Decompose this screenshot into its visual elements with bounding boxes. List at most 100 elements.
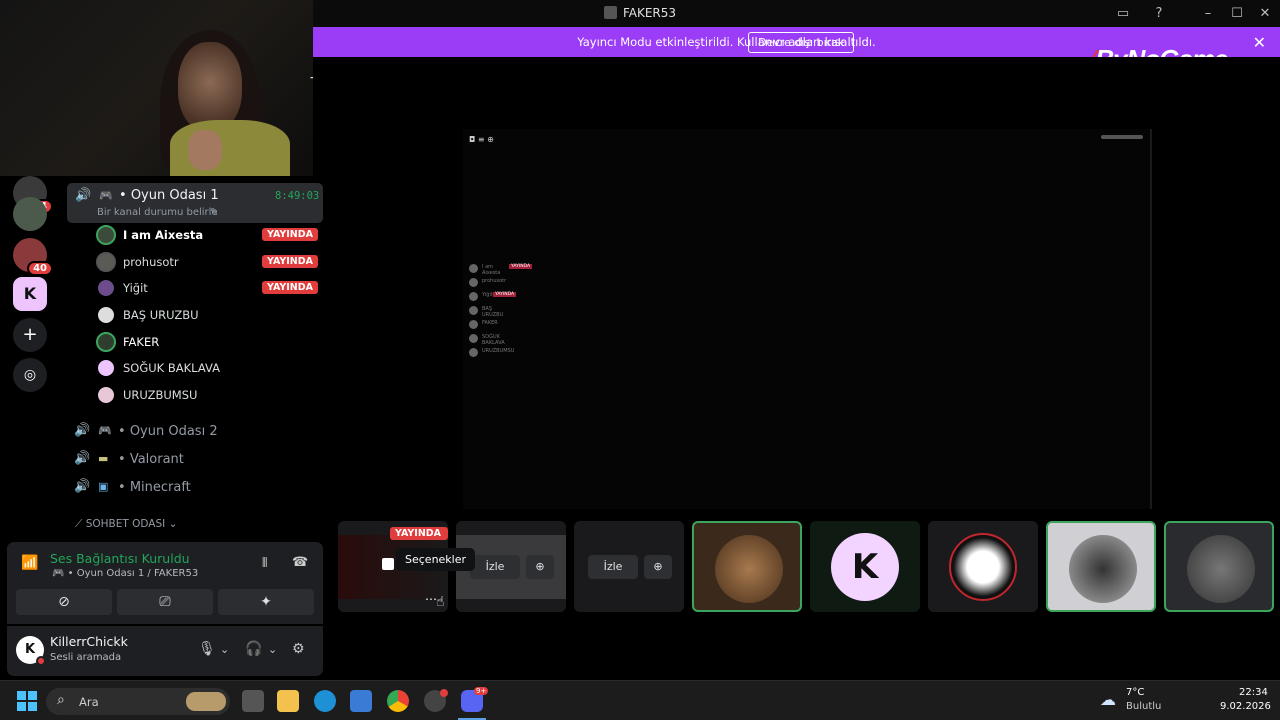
- headphones-icon[interactable]: 🎧: [245, 641, 262, 657]
- add-server-icon[interactable]: +: [13, 318, 47, 352]
- voice-member[interactable]: SOĞUK BAKLAVA: [96, 357, 318, 381]
- signal-icon[interactable]: 📶: [21, 555, 38, 571]
- task-view-icon[interactable]: [242, 690, 264, 712]
- minimize-button[interactable]: –: [1198, 4, 1218, 24]
- chrome-icon[interactable]: [387, 690, 409, 712]
- speaker-icon: 🔊: [74, 479, 91, 494]
- mouse-cursor-icon: ☝: [436, 594, 445, 610]
- user-panel: K KillerrChickk Sesli aramada 🎙 ⌄ 🎧 ⌄ ⚙: [7, 626, 323, 676]
- server-icon-3[interactable]: 40: [13, 238, 53, 276]
- disable-streamer-mode-button[interactable]: Devre dışı bırak: [748, 32, 855, 53]
- member-avatar: [96, 358, 116, 378]
- taskbar-search[interactable]: ⌕ Ara: [46, 688, 230, 715]
- mic-chevron-icon[interactable]: ⌄: [220, 643, 229, 656]
- mini-live: YAYINDA: [493, 292, 517, 297]
- speaker-icon: 🔊: [75, 188, 92, 203]
- mini-avatar: [469, 278, 478, 287]
- microphone-icon[interactable]: 🎙: [198, 641, 216, 657]
- watch-popout-icon[interactable]: ⊕: [526, 555, 554, 579]
- camera-off-button[interactable]: ⊘: [16, 589, 112, 615]
- member-avatar: [96, 305, 116, 325]
- weather-temp[interactable]: 7°C: [1126, 687, 1144, 698]
- voice-member[interactable]: prohusotr YAYINDA: [96, 251, 318, 275]
- server-icon-kc[interactable]: K: [13, 277, 47, 311]
- start-square: [28, 691, 37, 700]
- mini-live: YAYINDA: [509, 264, 533, 269]
- voice-member[interactable]: Yiğit YAYINDA: [96, 277, 318, 301]
- stream-tile-3[interactable]: İzle ⊕: [574, 521, 684, 612]
- voice-channel[interactable]: 🔊 ▬ • Valorant: [74, 448, 314, 472]
- member-avatar: [96, 225, 116, 245]
- weather-desc[interactable]: Bulutlu: [1126, 701, 1161, 712]
- screen-share-button[interactable]: ⎚: [117, 589, 213, 615]
- voice-channel-sub: 🎮 • Oyun Odası 1 / FAKER53: [52, 568, 199, 579]
- options-tooltip: Seçenekler: [396, 548, 476, 571]
- voice-member[interactable]: FAKER: [96, 331, 318, 355]
- activities-button[interactable]: ✦: [218, 589, 314, 615]
- channel-status-hint[interactable]: Bir kanal durumu belirle: [97, 207, 218, 218]
- add-dm-icon[interactable]: +: [309, 70, 313, 86]
- username[interactable]: KillerrChickk: [50, 634, 128, 649]
- edge-icon[interactable]: [314, 690, 336, 712]
- watch-button[interactable]: İzle: [588, 555, 638, 579]
- member-avatar: [96, 385, 116, 405]
- voice-status-title[interactable]: Ses Bağlantısı Kuruldu: [50, 551, 190, 566]
- file-explorer-icon[interactable]: [277, 690, 299, 712]
- search-placeholder: Ara: [79, 695, 99, 709]
- gamepad-icon: 🎮: [99, 189, 113, 202]
- member-name: FAKER: [123, 335, 160, 349]
- voice-channel[interactable]: 🔊 ▣ • Minecraft: [74, 476, 314, 500]
- edit-pencil-icon[interactable]: ✎: [210, 207, 218, 218]
- participant-tile[interactable]: [692, 521, 802, 612]
- store-icon[interactable]: [350, 690, 372, 712]
- windows-start-icon[interactable]: [17, 691, 37, 711]
- participant-tile[interactable]: K: [810, 521, 920, 612]
- mini-name: I am Aixesta: [482, 264, 501, 276]
- cloud-icon: ☁: [1100, 690, 1116, 709]
- participant-tile[interactable]: [928, 521, 1038, 612]
- disconnect-icon[interactable]: ☎: [292, 555, 308, 570]
- participant-tile[interactable]: [1046, 521, 1156, 612]
- clock-time[interactable]: 22:34: [1239, 687, 1268, 698]
- member-name: Yiğit: [123, 281, 148, 295]
- discover-icon[interactable]: ◎: [13, 358, 47, 392]
- chat-category[interactable]: ⟋ SOHBET ODASI ⌄: [75, 518, 177, 531]
- start-square: [17, 691, 26, 700]
- gamepad-icon: 🎮: [98, 424, 112, 437]
- channel-name: • Valorant: [118, 452, 184, 467]
- participant-tile[interactable]: [1164, 521, 1274, 612]
- member-avatar: [96, 332, 116, 352]
- gun-icon: ▬: [98, 452, 109, 465]
- clock-date[interactable]: 9.02.2026: [1220, 701, 1271, 712]
- watch-button[interactable]: İzle: [470, 555, 520, 579]
- voice-member[interactable]: URUZBUMSU: [96, 384, 318, 408]
- headphones-chevron-icon[interactable]: ⌄: [268, 643, 277, 656]
- focused-stream[interactable]: ◘ ≡ ⊕ I am Aixesta YAYINDA prohusotr Yiği…: [463, 129, 1152, 509]
- status-dot: [36, 656, 46, 666]
- server-icon-2[interactable]: [13, 197, 47, 231]
- watch-popout-icon[interactable]: ⊕: [644, 555, 672, 579]
- inbox-icon[interactable]: ▭: [1113, 4, 1133, 24]
- voice-member[interactable]: I am Aixesta YAYINDA: [96, 224, 318, 248]
- app-icon: [603, 6, 617, 19]
- participant-avatar: [949, 533, 1017, 601]
- active-voice-channel[interactable]: 🔊 🎮 • Oyun Odası 1 8:49:03 Bir kanal dur…: [67, 183, 323, 223]
- maximize-button[interactable]: ☐: [1227, 4, 1247, 24]
- mini-avatar: [469, 292, 478, 301]
- settings-gear-icon[interactable]: ⚙: [292, 641, 305, 657]
- help-icon[interactable]: ?: [1149, 4, 1169, 24]
- close-window-button[interactable]: ✕: [1255, 4, 1275, 24]
- voice-member[interactable]: BAŞ URUZBU: [96, 304, 318, 328]
- voice-channel[interactable]: 🔊 🎮 • Oyun Odası 2: [74, 420, 314, 444]
- stream-handle[interactable]: [1101, 135, 1143, 139]
- search-icon: ⌕: [57, 692, 65, 708]
- stage-divider: [1150, 129, 1152, 509]
- live-badge: YAYINDA: [261, 228, 318, 241]
- close-banner-icon[interactable]: ✕: [1253, 33, 1266, 52]
- mini-avatar: [469, 264, 478, 273]
- voice-timer: 8:49:03: [275, 190, 320, 202]
- channel-name: • Minecraft: [118, 480, 191, 495]
- search-highlight-image: [186, 692, 226, 711]
- member-name: SOĞUK BAKLAVA: [123, 361, 220, 375]
- soundboard-icon[interactable]: ⫴: [262, 556, 267, 571]
